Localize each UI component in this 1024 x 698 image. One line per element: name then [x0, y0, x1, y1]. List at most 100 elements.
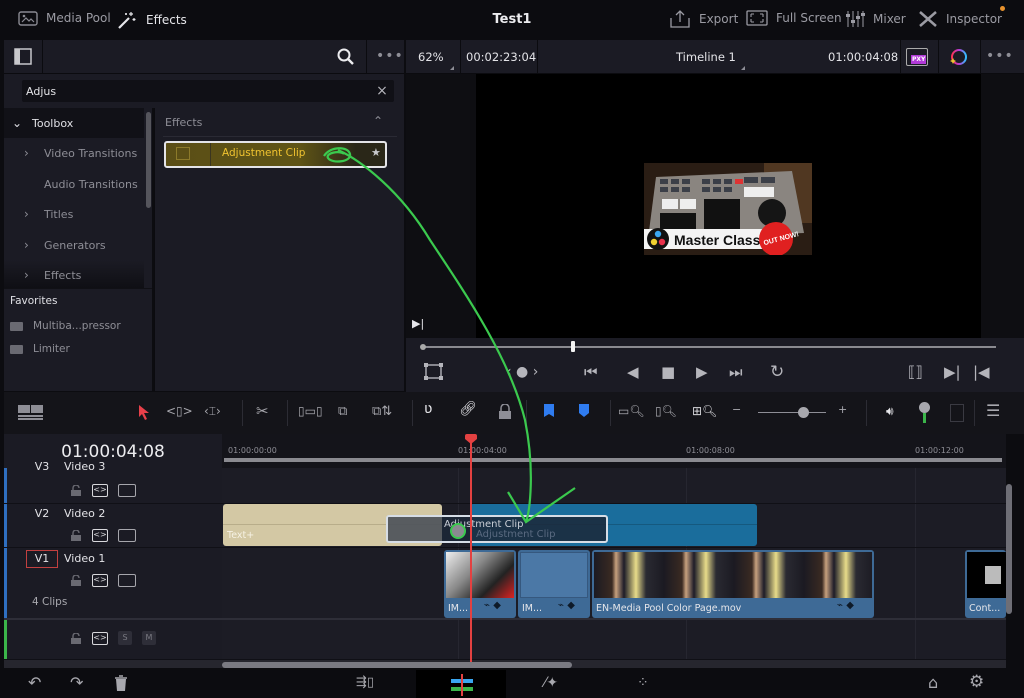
tree-scrollbar[interactable] — [146, 112, 151, 208]
tree-item-titles[interactable]: › Titles — [4, 199, 144, 229]
hamburger-menu-icon[interactable]: ☰ — [986, 401, 1000, 420]
inspector-button[interactable]: Inspector — [918, 10, 1002, 28]
lock-icon[interactable] — [70, 530, 82, 541]
audio-level-knob[interactable] — [919, 402, 930, 413]
full-screen-button[interactable]: Full Screen — [746, 10, 842, 26]
overwrite-clip-icon[interactable]: ⧉ — [338, 404, 347, 419]
zoom-in-icon[interactable]: + — [838, 403, 847, 416]
mixer-button[interactable]: Mixer — [845, 10, 906, 28]
volume-icon[interactable]: 🔊︎ — [886, 404, 894, 419]
play-next-frame-icon[interactable]: ▶| — [412, 317, 424, 330]
mute-button[interactable]: M — [142, 631, 156, 645]
color-fx-icon[interactable] — [948, 47, 968, 67]
tree-item-toolbox[interactable]: ⌄ Toolbox — [4, 108, 144, 138]
viewer-zoom[interactable]: 62% — [418, 50, 444, 64]
timeline-zoom-slider[interactable] — [758, 412, 826, 413]
sidebar-toggle-icon[interactable] — [14, 48, 32, 65]
next-edit-icon[interactable]: ▶| — [944, 362, 961, 382]
more-options-icon[interactable]: ••• — [376, 48, 404, 64]
adjustment-clip-drag-ghost[interactable]: Adjustment Clip Adjustment Clip — [386, 515, 608, 543]
match-frame-icon[interactable]: ⟦⟧ — [908, 362, 923, 382]
clip-v1-cont[interactable]: Cont... — [965, 550, 1006, 618]
timeline-view-options-icon[interactable] — [18, 405, 44, 421]
proxy-button[interactable]: PXY — [906, 48, 928, 66]
effect-item-adjustment-clip[interactable]: Adjustment Clip ★ — [164, 141, 387, 168]
chevron-up-icon[interactable]: ⌃ — [373, 114, 383, 128]
clear-search-icon[interactable]: × — [373, 82, 391, 100]
replace-clip-icon[interactable]: ⧉⇅ — [372, 404, 392, 419]
loop-icon[interactable]: ↻ — [770, 362, 784, 382]
flag-icon[interactable] — [544, 404, 554, 418]
marker-icon[interactable] — [579, 404, 589, 418]
track-enable-icon[interactable] — [118, 529, 136, 542]
inspector-label: Inspector — [946, 12, 1002, 26]
timeline-tracks[interactable]: Text+ Adjustment Clip Adjustment Clip IM… — [222, 468, 1006, 668]
snapping-icon[interactable]: ʋ — [424, 401, 432, 417]
track-enable-icon[interactable] — [118, 484, 136, 497]
timeline-horizontal-scrollbar[interactable] — [222, 662, 572, 668]
settings-icon[interactable]: ⚙ — [969, 672, 984, 692]
effects-search-input[interactable] — [22, 80, 394, 102]
timeline-ruler[interactable]: 01:00:00:00 01:00:04:00 01:00:08:00 01:0… — [222, 434, 1006, 468]
undo-icon[interactable]: ↶ — [28, 673, 41, 692]
timeline-vertical-scrollbar[interactable] — [1006, 484, 1012, 614]
playhead[interactable] — [470, 434, 472, 666]
lock-icon[interactable] — [70, 575, 82, 586]
transform-icon[interactable] — [424, 363, 444, 381]
lock-icon[interactable] — [70, 632, 82, 644]
favorite-item[interactable]: Multiba...pressor — [10, 320, 121, 332]
zoom-full-icon[interactable]: ▭🔍︎ — [618, 404, 645, 418]
clip-v1-media-pool-color-page[interactable]: EN-Media Pool Color Page.mov ⌁ ◆ — [592, 550, 874, 618]
zoom-detail-icon[interactable]: ▯🔍︎ — [655, 404, 677, 418]
timeline-selector[interactable]: Timeline 1 — [676, 50, 736, 64]
track-name: Video 2 — [64, 507, 106, 520]
skip-to-start-icon[interactable]: ⏮ — [584, 362, 598, 382]
tree-item-effects[interactable]: › Effects — [4, 260, 144, 288]
search-icon[interactable] — [337, 48, 355, 66]
export-button[interactable]: Export — [669, 10, 738, 28]
clip-v1-im-1[interactable]: IM... ⌁ ◆ — [444, 550, 516, 618]
audio-meter-toggle[interactable] — [950, 404, 964, 422]
play-reverse-icon[interactable]: ◀ — [627, 362, 639, 382]
dynamic-trim-icon[interactable]: ‹⌶› — [204, 404, 221, 419]
keyframe-nav[interactable]: ‹ ● › — [506, 362, 538, 382]
viewer-scrubber[interactable] — [424, 346, 996, 348]
zoom-custom-icon[interactable]: ⊞🔍︎ — [692, 404, 717, 418]
position-lock-icon[interactable] — [498, 404, 512, 420]
zoom-out-icon[interactable]: − — [732, 403, 741, 416]
track-a1[interactable] — [222, 622, 1006, 660]
previous-edit-icon[interactable]: |◀ — [973, 362, 990, 382]
solo-button[interactable]: S — [118, 631, 132, 645]
home-icon[interactable]: ⌂ — [928, 673, 938, 692]
linked-selection-icon[interactable]: 🔗︎ — [459, 401, 477, 417]
tree-item-video-transitions[interactable]: › Video Transitions — [4, 138, 144, 168]
cut-page-icon[interactable]: ⇶▯ — [356, 675, 374, 690]
insert-clip-icon[interactable]: ▯▭▯ — [298, 404, 323, 418]
trim-tool-icon[interactable]: <▯> — [166, 404, 193, 418]
blade-tool-icon[interactable]: ✂ — [256, 402, 269, 420]
viewer-more-icon[interactable]: ••• — [986, 48, 1014, 64]
auto-select-icon[interactable]: <> — [92, 529, 108, 542]
play-icon[interactable]: ▶ — [696, 362, 708, 382]
timeline-zoom-handle[interactable] — [798, 407, 809, 418]
edit-page-icon[interactable] — [450, 674, 474, 696]
stop-icon[interactable]: ■ — [661, 362, 675, 382]
favorite-item[interactable]: Limiter — [10, 343, 70, 355]
delete-icon[interactable] — [114, 675, 128, 692]
favorite-star-icon[interactable]: ★ — [371, 146, 381, 159]
color-page-icon[interactable]: ⁘ — [637, 675, 649, 691]
tree-item-audio-transitions[interactable]: Audio Transitions — [4, 169, 144, 199]
fusion-page-icon[interactable]: ⁄✦ — [544, 675, 558, 691]
tree-item-generators[interactable]: › Generators — [4, 230, 144, 260]
selection-tool-icon[interactable] — [138, 404, 150, 420]
clip-v1-im-2[interactable]: IM... ⌁ ◆ — [518, 550, 590, 618]
skip-to-end-icon[interactable]: ⏭ — [729, 362, 743, 382]
scrubber-handle[interactable] — [570, 341, 575, 352]
redo-icon[interactable]: ↷ — [70, 673, 83, 692]
auto-select-icon[interactable]: <> — [92, 574, 108, 587]
auto-select-icon[interactable]: <> — [92, 631, 108, 645]
lock-icon[interactable] — [70, 485, 82, 496]
track-v3[interactable] — [222, 468, 1006, 504]
track-enable-icon[interactable] — [118, 574, 136, 587]
auto-select-icon[interactable]: <> — [92, 484, 108, 497]
